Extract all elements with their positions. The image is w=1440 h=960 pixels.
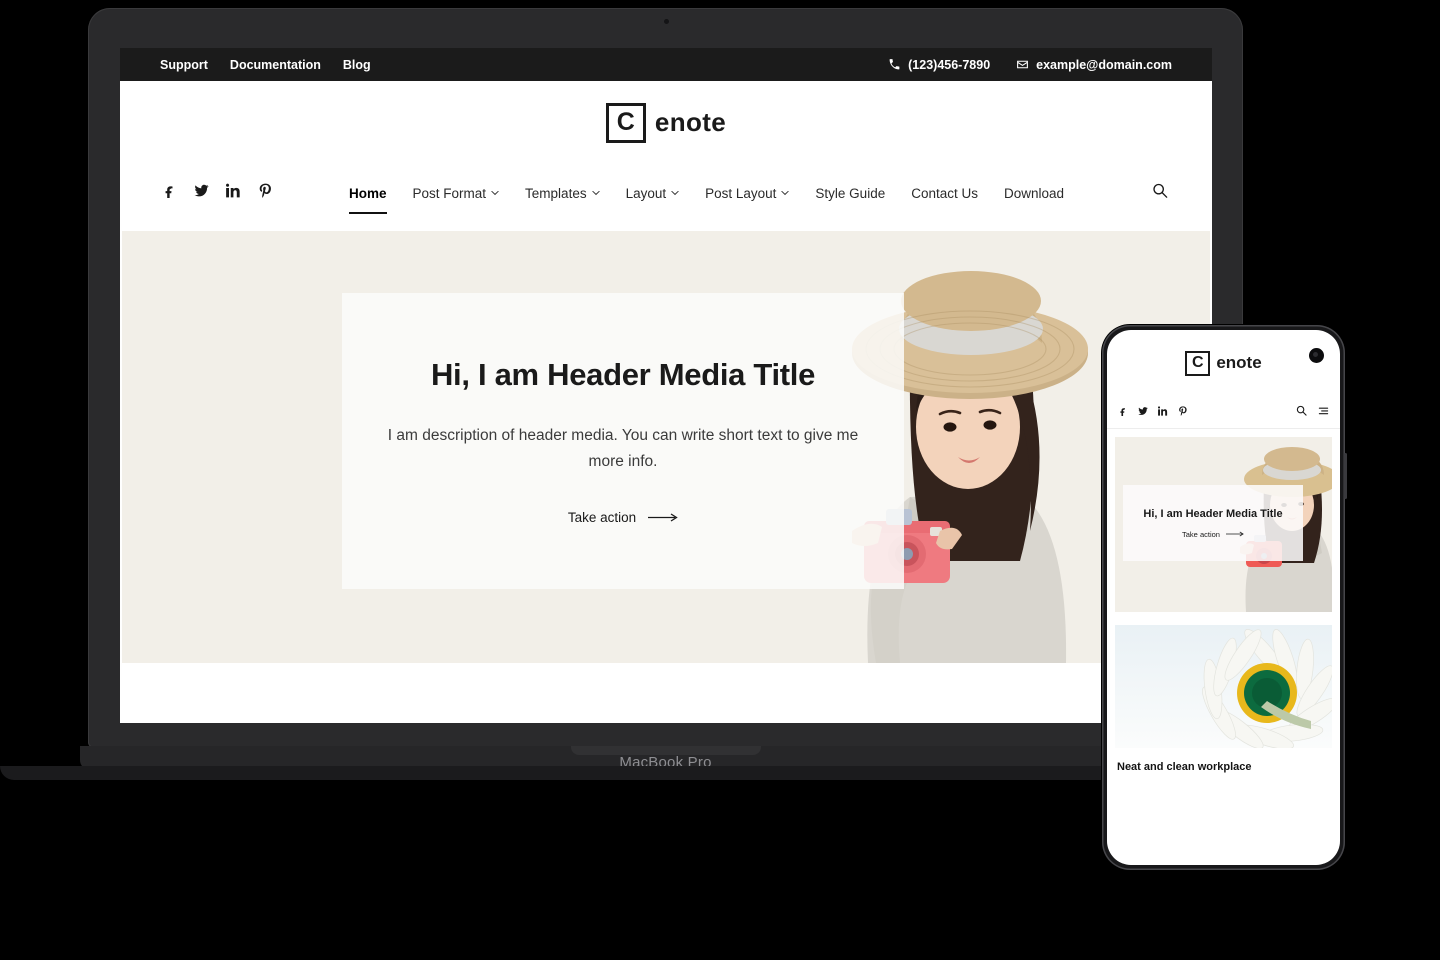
hero-title: Hi, I am Header Media Title: [430, 357, 816, 393]
hero-cta-label: Take action: [567, 509, 637, 525]
arrow-right-icon: [648, 513, 678, 522]
site-navbar: Home Post Format Templates Layout Post L…: [120, 164, 1212, 222]
topbar-phone-text: (123)456-7890: [908, 57, 991, 72]
menu-item-post-layout[interactable]: Post Layout: [705, 185, 790, 201]
menu-item-contact-us[interactable]: Contact Us: [911, 186, 978, 201]
menu-item-download[interactable]: Download: [1004, 186, 1064, 201]
hero-card: Hi, I am Header Media Title I am descrip…: [342, 293, 904, 589]
search-icon[interactable]: [1152, 183, 1168, 204]
topbar-links: Support Documentation Blog: [160, 58, 371, 72]
social-links: [162, 183, 273, 203]
hero-section: Hi, I am Header Media Title I am descrip…: [122, 231, 1210, 663]
phone-mockup: C enote Hi, I am Header Media Title Take…: [1102, 325, 1347, 870]
hamburger-menu-icon[interactable]: [1318, 403, 1329, 421]
laptop-screen: Support Documentation Blog (123)456-7890…: [120, 48, 1212, 723]
menu-item-label: Home: [349, 185, 387, 201]
envelope-icon: [1017, 60, 1029, 69]
facebook-icon[interactable]: [162, 183, 177, 203]
facebook-icon[interactable]: [1118, 403, 1128, 421]
phone-logo-mark: C: [1185, 350, 1211, 376]
topbar-email[interactable]: example@domain.com: [1016, 58, 1172, 72]
menu-item-label: Contact Us: [911, 185, 978, 201]
phone-screen: C enote Hi, I am Header Media Title Take…: [1107, 330, 1340, 865]
logo-mark: C: [605, 102, 646, 143]
twitter-icon[interactable]: [1138, 403, 1148, 421]
linkedin-icon[interactable]: [1158, 403, 1168, 421]
hero-description: I am description of header media. You ca…: [387, 427, 859, 470]
menu-item-post-format[interactable]: Post Format: [413, 186, 500, 201]
menu-item-label: Style Guide: [815, 185, 886, 201]
phone-camera-icon: [1309, 348, 1324, 363]
topbar-link-support[interactable]: Support: [160, 58, 208, 72]
macbook-mockup: Support Documentation Blog (123)456-7890…: [0, 8, 1331, 790]
daisy-flower-illustration: [1115, 625, 1332, 748]
phone-hero-cta-label: Take action: [1182, 529, 1220, 539]
topbar-contact: (123)456-7890 example@domain.com: [888, 58, 1172, 72]
phone-hero-title: Hi, I am Header Media Title: [1143, 507, 1283, 520]
menu-item-label: Post Format: [412, 185, 487, 201]
phone-navbar: [1107, 396, 1340, 429]
topbar-link-blog[interactable]: Blog: [343, 58, 371, 72]
phone-icon: [889, 59, 900, 70]
phone-post-title: Neat and clean workplace: [1117, 761, 1252, 773]
chevron-down-icon: [671, 190, 680, 195]
topbar-email-text: example@domain.com: [1036, 57, 1172, 72]
phone-hero-card: Hi, I am Header Media Title Take action: [1123, 485, 1303, 561]
menu-item-style-guide[interactable]: Style Guide: [815, 186, 885, 201]
menu-item-label: Download: [1004, 185, 1065, 201]
chevron-down-icon: [591, 190, 600, 195]
site-topbar: Support Documentation Blog (123)456-7890…: [120, 48, 1212, 81]
phone-social-links: [1118, 403, 1188, 421]
phone-hero-cta-button[interactable]: Take action: [1182, 530, 1244, 539]
menu-item-layout[interactable]: Layout: [626, 186, 680, 201]
phone-logo[interactable]: C enote: [1107, 330, 1340, 396]
pinterest-icon[interactable]: [258, 183, 273, 203]
chevron-down-icon: [781, 190, 790, 195]
menu-item-templates[interactable]: Templates: [525, 186, 600, 201]
phone-logo-wordmark: enote: [1216, 353, 1262, 372]
menu-item-home[interactable]: Home: [349, 185, 387, 214]
menu-item-label: Templates: [525, 185, 587, 201]
logo-wordmark: enote: [654, 107, 727, 137]
topbar-phone[interactable]: (123)456-7890: [888, 58, 990, 72]
site-menu: Home Post Format Templates Layout Post L…: [349, 185, 1064, 214]
phone-side-button[interactable]: [1344, 453, 1347, 499]
twitter-icon[interactable]: [194, 183, 209, 203]
phone-hero-section: Hi, I am Header Media Title Take action: [1115, 437, 1332, 612]
phone-nav-tools: [1296, 403, 1329, 421]
laptop-camera-icon: [663, 19, 669, 24]
laptop-lid: Support Documentation Blog (123)456-7890…: [88, 8, 1243, 748]
topbar-link-documentation[interactable]: Documentation: [230, 58, 321, 72]
site-logo-row: C enote: [120, 81, 1212, 164]
screenshot-stage: Support Documentation Blog (123)456-7890…: [0, 0, 1440, 960]
menu-item-label: Layout: [625, 185, 667, 201]
site-logo[interactable]: C enote: [605, 102, 727, 143]
linkedin-icon[interactable]: [226, 183, 241, 203]
chevron-down-icon: [491, 190, 500, 195]
phone-post-card[interactable]: Neat and clean workplace: [1115, 625, 1332, 773]
hero-cta-button[interactable]: Take action: [568, 510, 678, 525]
pinterest-icon[interactable]: [1178, 403, 1188, 421]
menu-item-label: Post Layout: [705, 185, 777, 201]
search-icon[interactable]: [1296, 403, 1307, 421]
phone-post-image: [1115, 625, 1332, 748]
arrow-right-icon: [1225, 531, 1244, 537]
